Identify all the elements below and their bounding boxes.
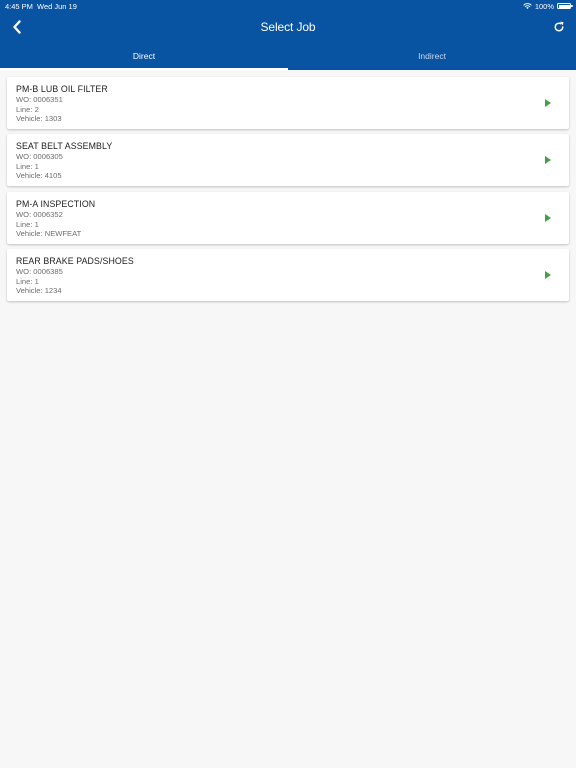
job-card-seat-belt-assembly[interactable]: SEAT BELT ASSEMBLY WO: 0006305 Line: 1 V…: [7, 134, 569, 187]
start-job-button[interactable]: [541, 153, 555, 167]
play-icon: [545, 270, 551, 279]
status-date: Wed Jun 19: [37, 2, 77, 11]
battery-icon: [557, 3, 573, 9]
job-title: PM-B LUB OIL FILTER: [16, 84, 108, 94]
job-work-order: WO: 0006352: [16, 209, 63, 219]
tab-bar: Direct Indirect: [0, 44, 576, 70]
start-job-button[interactable]: [541, 211, 555, 225]
job-vehicle: Vehicle: 1234: [16, 285, 62, 295]
play-icon: [545, 99, 551, 107]
job-vehicle: Vehicle: 4105: [16, 171, 62, 181]
app-header: 4:45 PM Wed Jun 19 100% Select Job Direc…: [0, 0, 576, 70]
nav-bar: Select Job: [0, 12, 576, 44]
play-icon: [545, 156, 551, 165]
tab-indirect[interactable]: Indirect: [288, 44, 576, 70]
job-line: Line: 2: [16, 105, 39, 114]
battery-percent: 100%: [534, 1, 554, 11]
play-icon: [545, 213, 551, 222]
refresh-icon: [554, 21, 564, 32]
start-job-button[interactable]: [541, 268, 555, 282]
wifi-icon: [523, 3, 532, 9]
start-job-button[interactable]: [541, 96, 555, 110]
job-work-order: WO: 0006351: [16, 95, 63, 104]
job-card-pm-b-lub-oil-filter[interactable]: PM-B LUB OIL FILTER WO: 0006351 Line: 2 …: [7, 77, 569, 129]
refresh-button[interactable]: [548, 16, 570, 38]
job-vehicle: Vehicle: 1303: [16, 114, 62, 123]
job-line: Line: 1: [16, 276, 39, 286]
status-time: 4:45 PM: [5, 2, 33, 11]
job-line: Line: 1: [16, 219, 39, 229]
job-vehicle: Vehicle: NEWFEAT: [16, 228, 82, 238]
page-title: Select Job: [260, 20, 316, 34]
job-list: PM-B LUB OIL FILTER WO: 0006351 Line: 2 …: [7, 77, 569, 306]
job-title: SEAT BELT ASSEMBLY: [16, 141, 113, 152]
job-title: REAR BRAKE PADS/SHOES: [16, 255, 134, 266]
job-work-order: WO: 0006385: [16, 266, 63, 276]
job-line: Line: 1: [16, 162, 39, 172]
job-card-rear-brake-pads-shoes[interactable]: REAR BRAKE PADS/SHOES WO: 0006385 Line: …: [7, 248, 569, 301]
job-work-order: WO: 0006305: [16, 152, 63, 162]
job-card-pm-a-inspection[interactable]: PM-A INSPECTION WO: 0006352 Line: 1 Vehi…: [7, 191, 569, 244]
battery-fill: [558, 4, 570, 8]
status-bar: 4:45 PM Wed Jun 19 100%: [0, 0, 576, 12]
status-indicators: 100%: [523, 1, 573, 11]
job-title: PM-A INSPECTION: [16, 198, 96, 209]
tab-direct[interactable]: Direct: [0, 44, 288, 70]
